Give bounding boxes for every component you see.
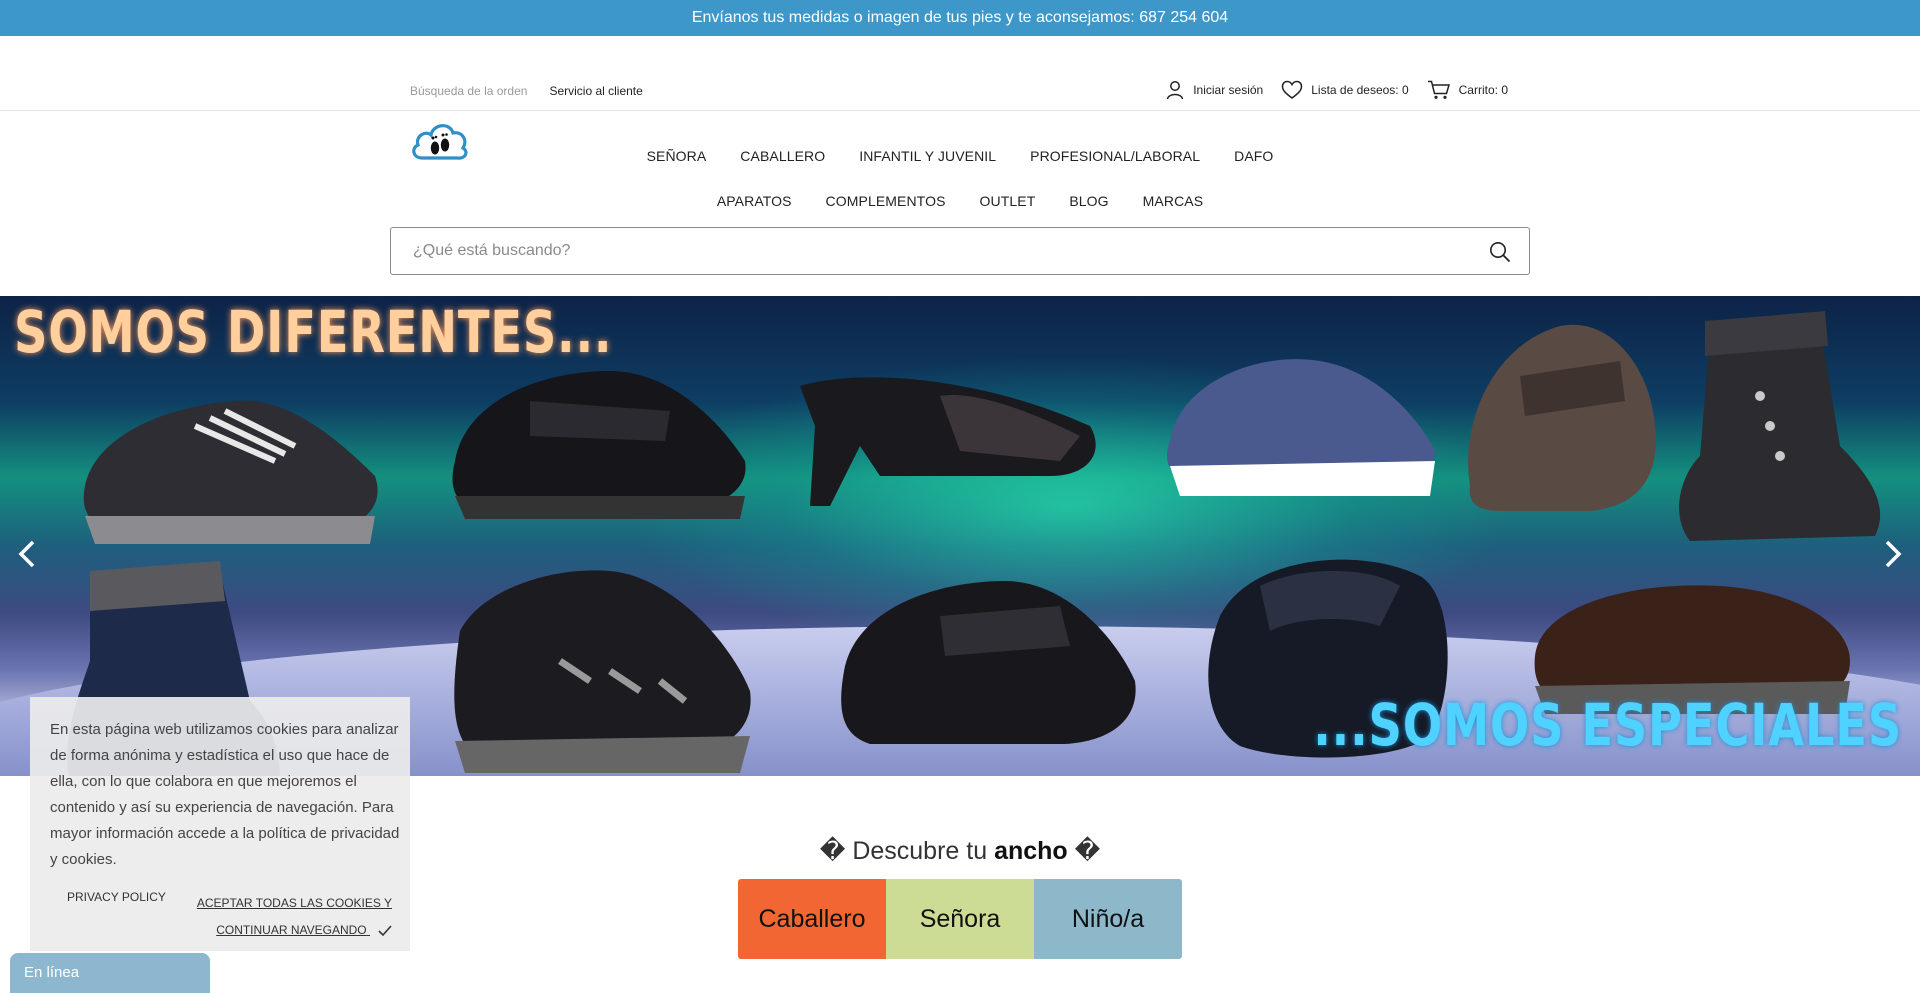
tile-caballero[interactable]: Caballero — [738, 879, 886, 959]
utility-header: Búsqueda de la orden Servicio al cliente… — [0, 36, 1920, 111]
nav-infantil-juvenil[interactable]: INFANTIL Y JUVENIL — [859, 148, 996, 164]
utility-links: Búsqueda de la orden Servicio al cliente — [410, 84, 643, 98]
nav-complementos[interactable]: COMPLEMENTOS — [826, 193, 946, 209]
login-label: Iniciar sesión — [1193, 83, 1264, 97]
search-icon[interactable] — [1489, 241, 1511, 263]
nav-marcas[interactable]: MARCAS — [1143, 193, 1204, 209]
cookie-message: En esta página web utilizamos cookies pa… — [50, 721, 400, 868]
nav-senora[interactable]: SEÑORA — [647, 148, 707, 164]
hiking-boot-black-image — [454, 570, 751, 773]
velcro-shoe-brown-image — [1468, 324, 1656, 511]
velcro-shoe-black-image — [452, 371, 746, 519]
heeled-shoe-black-image — [800, 377, 1096, 506]
announcement-text: Envíanos tus medidas o imagen de tus pie… — [691, 9, 1229, 26]
wishlist-link[interactable]: Lista de deseos: 0 — [1281, 80, 1409, 100]
discover-glyph-right: � — [1074, 837, 1101, 865]
wishlist-label: Lista de deseos: 0 — [1311, 83, 1409, 97]
announcement-bar: Envíanos tus medidas o imagen de tus pie… — [0, 0, 1920, 36]
tile-senora[interactable]: Señora — [886, 879, 1034, 959]
chat-label: En línea — [24, 964, 80, 981]
chevron-right-icon — [1885, 540, 1902, 568]
login-link[interactable]: Iniciar sesión — [1165, 80, 1263, 100]
account-actions: Iniciar sesión Lista de deseos: 0 Carrit… — [1165, 80, 1508, 100]
order-search-link[interactable]: Búsqueda de la orden — [410, 84, 527, 98]
privacy-policy-link[interactable]: PRIVACY POLICY — [67, 890, 166, 904]
cart-label: Carrito: 0 — [1458, 83, 1508, 97]
heart-icon — [1281, 80, 1303, 99]
velcro-shoe-patterned-image — [841, 581, 1136, 744]
discover-glyph-left: � — [819, 837, 846, 865]
user-icon — [1166, 81, 1184, 100]
accept-line-2: CONTINUAR NAVEGANDO — [216, 923, 367, 937]
nav-aparatos[interactable]: APARATOS — [717, 193, 792, 209]
accept-line-1: ACEPTAR TODAS LAS COOKIES Y — [196, 896, 392, 910]
cart-link[interactable]: Carrito: 0 — [1427, 80, 1508, 100]
discover-bold: ancho — [994, 837, 1068, 865]
cookie-banner: En esta página web utilizamos cookies pa… — [30, 697, 410, 951]
nav-dafo[interactable]: DAFO — [1234, 148, 1273, 164]
main-nav-row-2: APARATOS COMPLEMENTOS OUTLET BLOG MARCAS — [0, 193, 1920, 209]
sneaker-blue-image — [1166, 359, 1435, 496]
tile-nino[interactable]: Niño/a — [1034, 879, 1182, 959]
product-search — [390, 227, 1530, 275]
nav-outlet[interactable]: OUTLET — [980, 193, 1036, 209]
cart-icon — [1427, 80, 1450, 99]
carousel-next-button[interactable] — [1878, 536, 1908, 572]
nav-profesional-laboral[interactable]: PROFESIONAL/LABORAL — [1030, 148, 1200, 164]
main-nav-row-1: SEÑORA CABALLERO INFANTIL Y JUVENIL PROF… — [0, 148, 1920, 164]
accept-cookies-button[interactable]: ACEPTAR TODAS LAS COOKIES Y CONTINUAR NA… — [192, 890, 392, 944]
search-input[interactable] — [413, 228, 1453, 274]
discover-prefix: Descubre tu — [852, 837, 988, 865]
live-chat-tab[interactable]: En línea — [10, 953, 210, 993]
carousel-prev-button[interactable] — [12, 536, 42, 572]
winter-boot-image — [1679, 311, 1881, 541]
width-category-tiles: Caballero Señora Niño/a — [738, 879, 1182, 959]
nav-caballero[interactable]: CABALLERO — [740, 148, 825, 164]
chevron-left-icon — [18, 540, 35, 568]
customer-service-link[interactable]: Servicio al cliente — [549, 84, 642, 98]
sneaker-grey-image — [83, 400, 378, 544]
check-icon — [378, 925, 392, 936]
nav-blog[interactable]: BLOG — [1069, 193, 1108, 209]
hero-headline-right: ...SOMOS ESPECIALES — [1313, 691, 1902, 759]
